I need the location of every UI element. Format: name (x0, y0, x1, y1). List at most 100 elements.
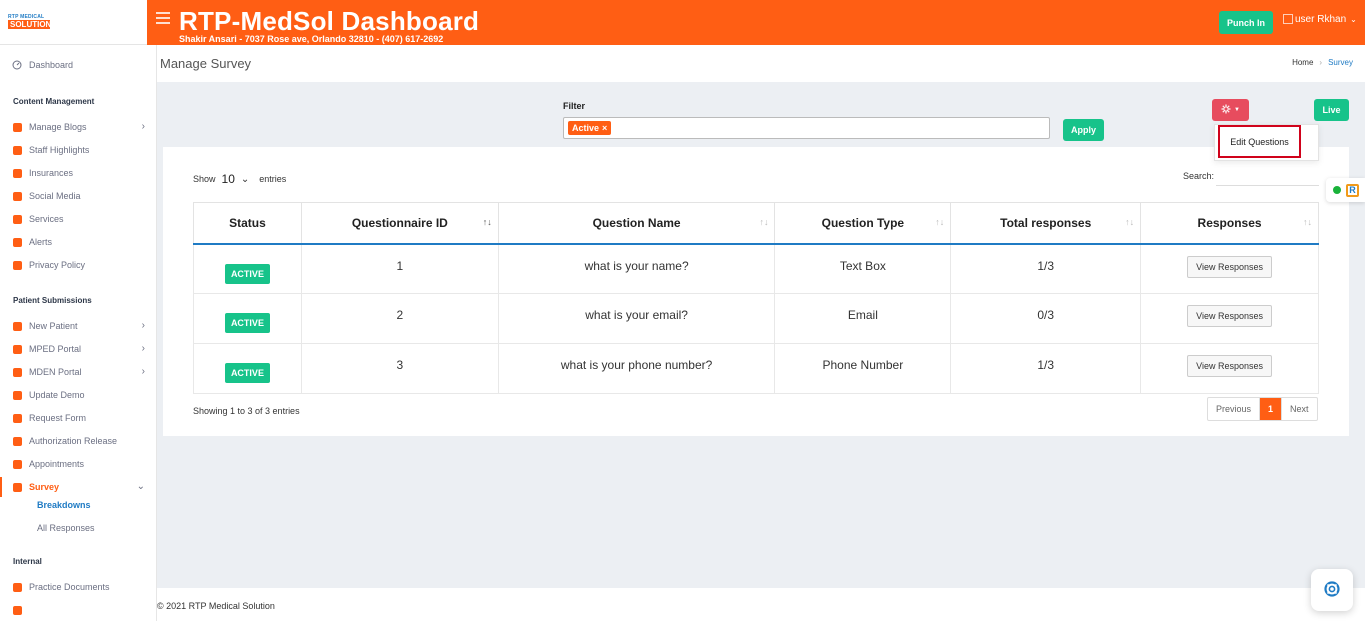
services-icon (12, 214, 22, 224)
check-icon (12, 436, 22, 446)
sidebar-item-new-patient[interactable]: New Patient › (0, 316, 156, 336)
sidebar-item-alerts[interactable]: Alerts (0, 232, 156, 252)
column-label: Responses (1197, 215, 1262, 230)
top-header: RTP MEDICAL SOLUTION RTP-MedSol Dashboar… (0, 0, 1365, 45)
pagination: Previous 1 Next (1207, 397, 1318, 421)
page-size-select[interactable]: 10 (222, 172, 235, 186)
sidebar-item-request-form[interactable]: Request Form (0, 408, 156, 428)
sidebar-item-appointments[interactable]: Appointments (0, 454, 156, 474)
sidebar-item-label: Update Demo (29, 390, 85, 400)
section-heading-internal: Internal (13, 557, 42, 566)
cell-status: ACTIVE (193, 243, 302, 294)
brand-logo[interactable]: RTP MEDICAL SOLUTION (8, 14, 51, 30)
sidebar-item-staff-highlights[interactable]: Staff Highlights (0, 140, 156, 160)
sidebar: Dashboard Content Management Manage Blog… (0, 45, 157, 621)
home-icon (12, 344, 22, 354)
entries-label: entries (259, 174, 287, 184)
sort-icon: ↑↓ (1125, 217, 1135, 227)
punch-in-button[interactable]: Punch In (1219, 11, 1273, 34)
sidebar-item-authorization-release[interactable]: Authorization Release (0, 431, 156, 451)
home-icon (12, 321, 22, 331)
cell-responses: View Responses (1140, 243, 1319, 294)
sidebar-item-update-demo[interactable]: Update Demo (0, 385, 156, 405)
apply-button[interactable]: Apply (1063, 119, 1104, 141)
brand-area[interactable]: RTP MEDICAL SOLUTION (0, 0, 147, 45)
app-badge-icon: R (1346, 183, 1359, 197)
filter-chip: Active × (568, 121, 612, 135)
sidebar-item-practice-documents[interactable]: Practice Documents (0, 577, 156, 597)
pagination-page-current[interactable]: 1 (1259, 398, 1283, 420)
column-header-questionnaire-id[interactable]: Questionnaire ID ↑↓ (300, 202, 499, 245)
avatar (1283, 14, 1293, 24)
footer: © 2021 RTP Medical Solution (157, 588, 1365, 621)
column-header-question-type[interactable]: Question Type ↑↓ (774, 202, 952, 245)
status-widget[interactable]: R (1326, 178, 1365, 202)
column-header-status[interactable]: Status (193, 202, 302, 245)
help-button[interactable] (1311, 569, 1353, 611)
insurance-icon (12, 168, 22, 178)
section-heading-patient: Patient Submissions (13, 296, 92, 305)
column-label: Questionnaire ID (351, 215, 448, 230)
chevron-down-icon: ⌄ (1350, 14, 1357, 24)
sort-icon: ↑↓ (759, 217, 769, 227)
id-card-icon (12, 390, 22, 400)
cell-total-responses: 1/3 (950, 343, 1142, 394)
sidebar-item-label: New Patient (29, 321, 78, 331)
cell-total-responses: 0/3 (950, 293, 1142, 344)
menu-toggle-icon[interactable] (156, 12, 170, 24)
show-label: Show (193, 174, 216, 184)
table-row: ACTIVE 3 what is your phone number? Phon… (193, 343, 1319, 394)
social-media-icon (12, 191, 22, 201)
breadcrumb: Home › Survey (1292, 58, 1353, 67)
sidebar-item-label: Insurances (29, 168, 74, 178)
sort-icon: ↑↓ (1303, 217, 1312, 227)
sidebar-item-insurances[interactable]: Insurances (0, 163, 156, 183)
document-icon (12, 582, 22, 592)
view-responses-button[interactable]: View Responses (1187, 355, 1272, 377)
sidebar-item-manage-blogs[interactable]: Manage Blogs › (0, 117, 156, 137)
user-menu[interactable]: user Rkhan ⌄ (1283, 9, 1357, 29)
sidebar-item-privacy-policy[interactable]: Privacy Policy (0, 255, 156, 275)
table-row: ACTIVE 2 what is your email? Email 0/3 V… (193, 293, 1319, 344)
view-responses-button[interactable]: View Responses (1187, 305, 1272, 327)
filter-input[interactable]: Active × (563, 117, 1050, 139)
blog-icon (12, 122, 22, 132)
column-header-responses[interactable]: Responses ↑↓ (1140, 202, 1319, 245)
column-header-question-name[interactable]: Question Name ↑↓ (497, 202, 776, 245)
chart-icon (12, 482, 22, 492)
menu-item-edit-questions[interactable]: Edit Questions (1218, 125, 1301, 158)
sort-icon: ↑↓ (482, 217, 492, 227)
cell-question-name: what is your name? (497, 243, 776, 294)
pagination-next[interactable]: Next (1282, 398, 1317, 420)
live-button[interactable]: Live (1314, 99, 1349, 121)
search-input[interactable] (1216, 166, 1319, 186)
sidebar-item-services[interactable]: Services (0, 209, 156, 229)
chevron-right-icon: › (141, 343, 145, 354)
pagination-previous[interactable]: Previous (1208, 398, 1259, 420)
cell-status: ACTIVE (193, 293, 302, 344)
online-status-icon (1333, 186, 1341, 194)
column-label: Question Type (821, 215, 905, 230)
breadcrumb-home[interactable]: Home (1292, 58, 1313, 67)
settings-dropdown-button[interactable]: ▼ (1212, 99, 1249, 121)
app-title: RTP-MedSol Dashboard (179, 6, 480, 36)
sidebar-item-label: Survey (29, 482, 60, 492)
sidebar-item-label: Services (29, 214, 64, 224)
view-responses-button[interactable]: View Responses (1187, 255, 1272, 278)
column-header-total-responses[interactable]: Total responses ↑↓ (950, 202, 1142, 245)
sidebar-item-mped-portal[interactable]: MPED Portal › (0, 339, 156, 359)
breadcrumb-current: Survey (1328, 58, 1353, 67)
sidebar-item-dashboard[interactable]: Dashboard (0, 55, 156, 75)
close-icon[interactable]: × (602, 123, 607, 133)
chevron-down-icon[interactable]: ⌄ (241, 174, 249, 185)
gear-icon (1221, 104, 1231, 117)
sidebar-subitem-all-responses[interactable]: All Responses (37, 523, 95, 533)
sidebar-item-survey[interactable]: Survey ⌄ (0, 477, 156, 497)
sidebar-item-mden-portal[interactable]: MDEN Portal › (0, 362, 156, 382)
sidebar-item-social-media[interactable]: Social Media (0, 186, 156, 206)
sidebar-item-partial[interactable] (0, 600, 156, 620)
sidebar-subitem-breakdowns[interactable]: Breakdowns (37, 500, 91, 510)
page-size-control: Show 10 ⌄ entries (193, 172, 286, 186)
chevron-right-icon: › (141, 320, 145, 331)
sidebar-item-label: Privacy Policy (29, 260, 86, 270)
